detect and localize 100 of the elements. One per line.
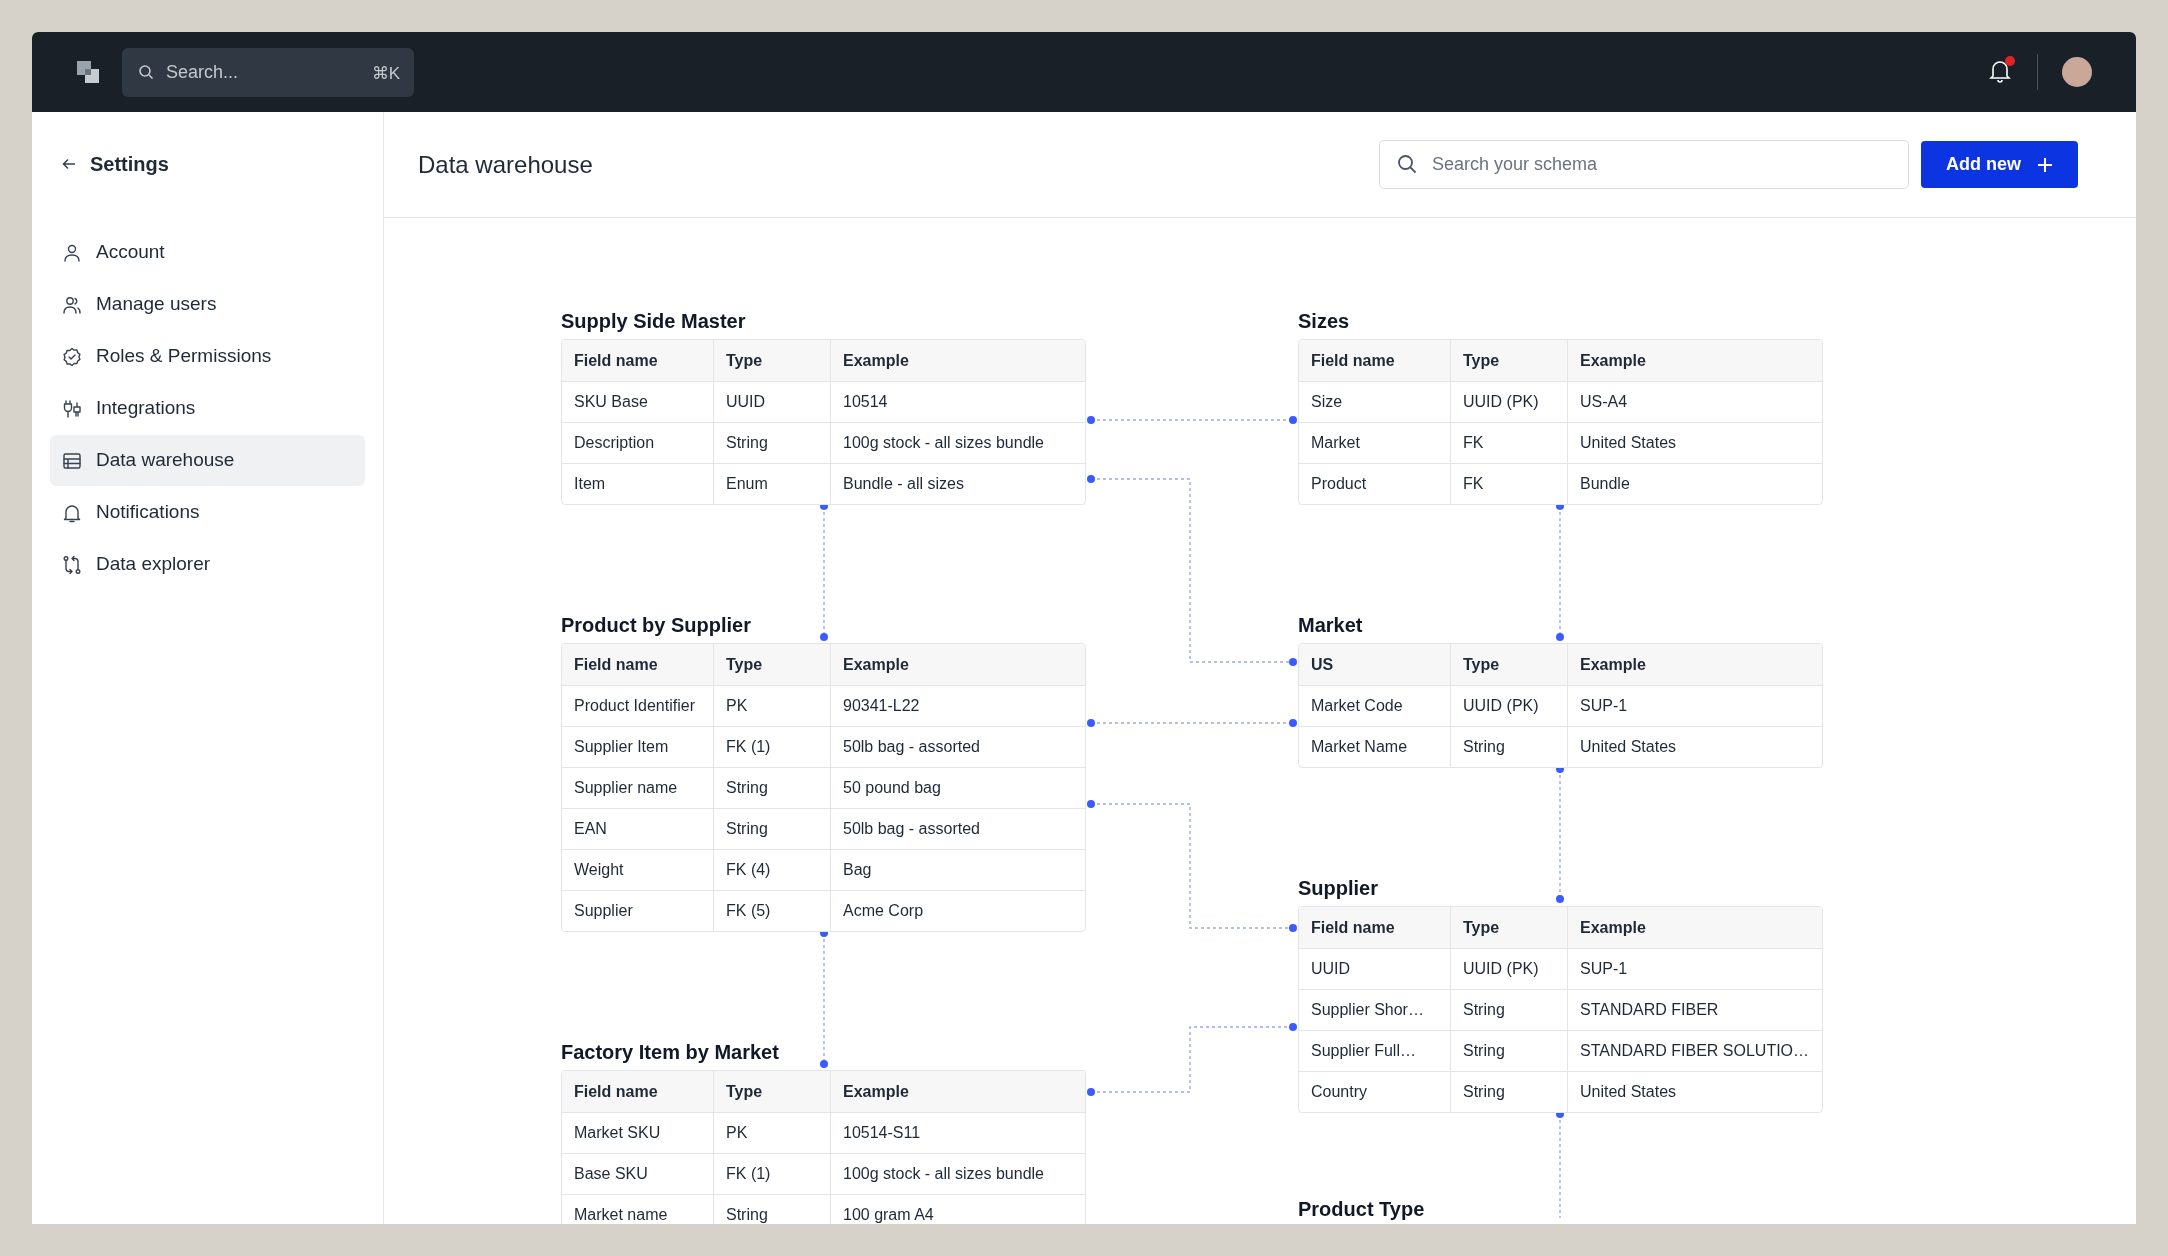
column-header: US	[1299, 644, 1451, 685]
table-cell: Base SKU	[562, 1154, 714, 1194]
table-cell-text: 90341-L22	[842, 696, 921, 716]
column-header: Type	[1451, 907, 1568, 948]
table-cell-text: 50lb bag - assorted	[842, 737, 981, 757]
page-title: Data warehouse	[418, 149, 593, 180]
column-header: Type	[1451, 644, 1568, 685]
table-cell: Description	[562, 423, 714, 463]
table-cell-text: Bundle	[1579, 474, 1631, 494]
sidebar-item[interactable]: Account	[50, 227, 365, 278]
table-cell: Supplier name	[562, 768, 714, 808]
table-cell: EAN	[562, 809, 714, 849]
column-header: Example	[842, 1081, 910, 1102]
table-cell: String	[714, 809, 831, 849]
sidebar-item[interactable]: Integrations	[50, 383, 365, 434]
logo-icon[interactable]	[76, 60, 100, 84]
table-cell: FK	[1451, 423, 1568, 463]
table-title: Factory Item by Market	[561, 1040, 780, 1065]
sidebar-item[interactable]: Data warehouse	[50, 435, 365, 486]
table-cell: Supplier Shor…	[1299, 990, 1451, 1030]
bell-icon	[62, 502, 82, 523]
shortcut-hint: ⌘K	[371, 62, 400, 85]
table-cell-text: Acme Corp	[842, 901, 925, 921]
table-cell: Market	[1299, 423, 1451, 463]
table-cell: String	[1451, 1031, 1568, 1071]
table-cell: UUID	[1299, 949, 1451, 989]
table-cell: Market Name	[1299, 727, 1451, 767]
table-cell: SKU Base	[562, 382, 714, 422]
table-cell-text: 100g stock - all sizes bundle	[842, 1164, 1045, 1184]
table-cell: FK (1)	[714, 1154, 831, 1194]
table-cell: FK (5)	[714, 891, 831, 931]
back-link[interactable]: Settings	[50, 149, 365, 179]
table-cell: FK	[1451, 464, 1568, 504]
column-header: Field name	[562, 644, 714, 685]
column-header: Field name	[1299, 340, 1451, 381]
table-cell-text: 100g stock - all sizes bundle	[842, 433, 1045, 453]
table-cell-text: 10514-S11	[842, 1123, 922, 1143]
table-cell-text: STANDARD FIBER SOLUTIO…	[1579, 1041, 1811, 1061]
table-cell-text: Bag	[842, 860, 873, 880]
users-icon	[62, 294, 82, 315]
table-cell-text: 50 pound bag	[842, 778, 942, 798]
avatar[interactable]	[2062, 57, 2092, 87]
schema-search-field[interactable]: Search your schema	[1379, 140, 1909, 189]
badge-check-icon	[62, 346, 82, 367]
sidebar-item[interactable]: Roles & Permissions	[50, 331, 365, 382]
table-title: Sizes	[1298, 309, 1351, 334]
table-cell: String	[714, 768, 831, 808]
table-cell-text: 50lb bag - assorted	[842, 819, 981, 839]
table-cell: String	[1451, 990, 1568, 1030]
table-cell: Product	[1299, 464, 1451, 504]
plus-icon	[2037, 156, 2053, 173]
table-cell: PK	[714, 686, 831, 726]
column-header: Field name	[1299, 907, 1451, 948]
column-header: Example	[842, 350, 910, 371]
add-new-button[interactable]: Add new	[1921, 141, 2078, 188]
notifications-button[interactable]	[1989, 59, 2013, 85]
table-cell-text: STANDARD FIBER	[1579, 1000, 1720, 1020]
column-header: Example	[842, 654, 910, 675]
table-cell-text: United States	[1579, 737, 1678, 757]
column-header: Field name	[562, 1071, 714, 1112]
table-cell: Market Code	[1299, 686, 1451, 726]
table-cell-text: United States	[1579, 433, 1678, 453]
search-icon	[138, 63, 154, 80]
table-cell: Supplier Full…	[1299, 1031, 1451, 1071]
table-cell-text: 10514	[842, 392, 889, 412]
table-title: Product Type	[1298, 1197, 1425, 1222]
table-cell-text: SUP-1	[1579, 696, 1629, 716]
column-header: Type	[714, 340, 831, 381]
column-header: Type	[714, 644, 831, 685]
column-header: Example	[1579, 654, 1647, 675]
sidebar-item[interactable]: Manage users	[50, 279, 365, 330]
table-title: Product by Supplier	[561, 613, 753, 638]
table-cell: Supplier	[562, 891, 714, 931]
table-cell: Market name	[562, 1195, 714, 1224]
table-cell: UUID	[714, 382, 831, 422]
back-arrow-icon	[62, 157, 76, 171]
column-header: Type	[714, 1071, 831, 1112]
table-cell: Size	[1299, 382, 1451, 422]
table-title: Supply Side Master	[561, 309, 747, 334]
table-title: Supplier	[1298, 876, 1379, 901]
table-cell: PK	[714, 1113, 831, 1153]
table-cell: String	[714, 423, 831, 463]
table-cell: Market SKU	[562, 1113, 714, 1153]
table-cell: UUID (PK)	[1451, 949, 1568, 989]
table-cell: Item	[562, 464, 714, 504]
column-header: Type	[1451, 340, 1568, 381]
column-header: Field name	[562, 340, 714, 381]
table-cell: String	[714, 1195, 831, 1224]
table-cell-text: 100 gram A4	[842, 1205, 935, 1224]
table-icon	[62, 450, 82, 471]
table-cell-text: US-A4	[1579, 392, 1629, 412]
sidebar-item[interactable]: Data explorer	[50, 539, 365, 590]
bell-icon	[1989, 59, 2011, 83]
search-icon	[1397, 154, 1417, 174]
sidebar-item[interactable]: Notifications	[50, 487, 365, 538]
table-cell-text: SUP-1	[1579, 959, 1629, 979]
table-cell-text: Bundle - all sizes	[842, 474, 965, 494]
plug-icon	[62, 398, 82, 419]
table-cell: String	[1451, 727, 1568, 767]
column-header: Example	[1579, 917, 1647, 938]
